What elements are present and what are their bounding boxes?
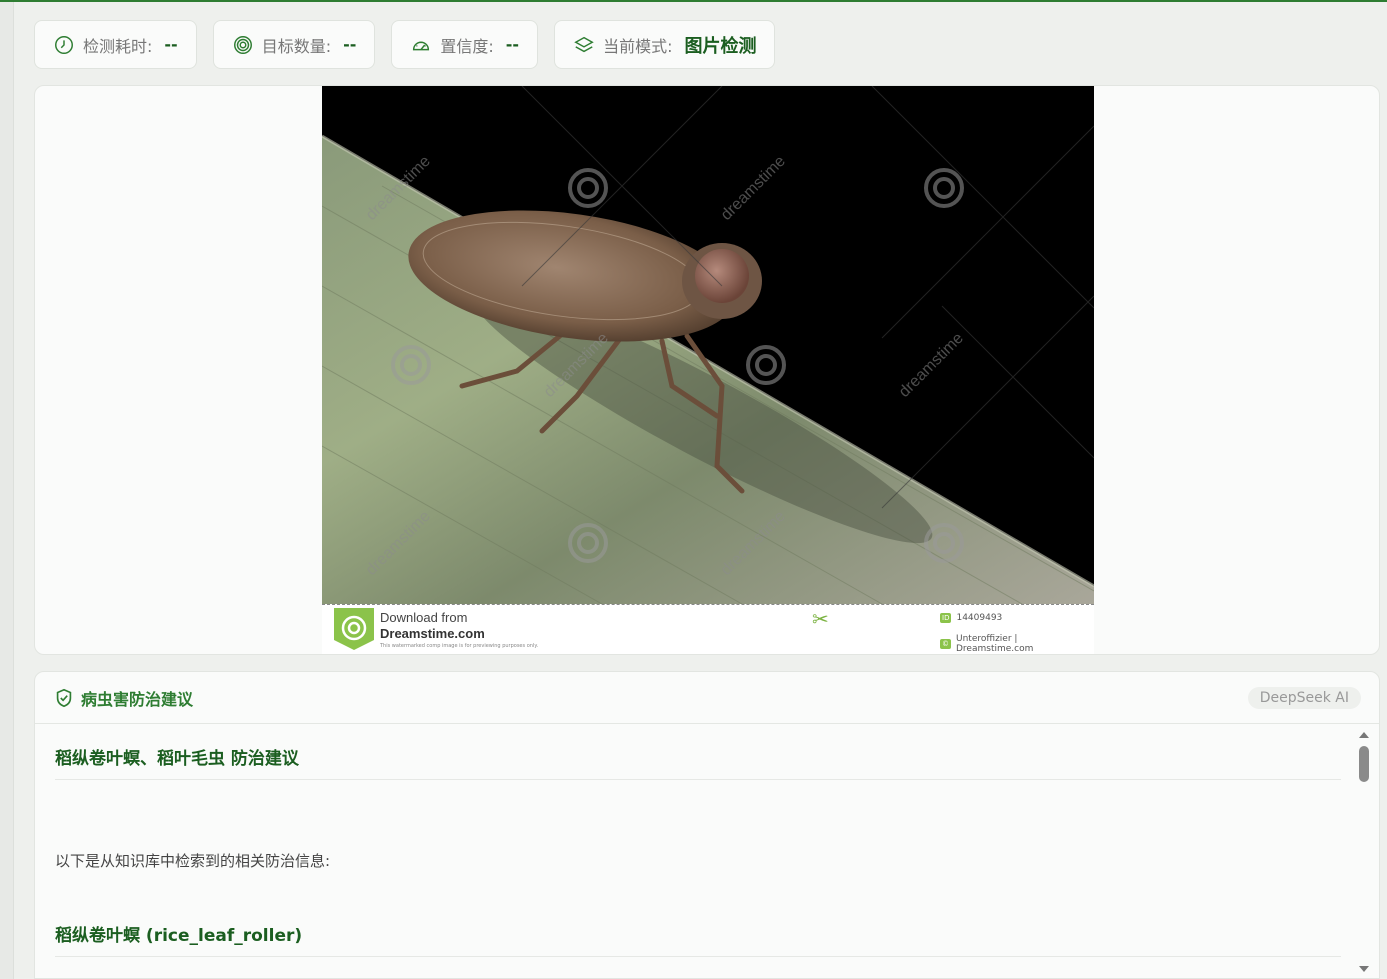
stat-target-count: 目标数量: -- — [212, 20, 376, 69]
gauge-icon — [413, 41, 430, 50]
top-accent-line — [0, 0, 1387, 2]
ai-provider-badge: DeepSeek AI — [1247, 686, 1361, 709]
stats-bar: 检测耗时: -- 目标数量: -- 置信度: -- 当前模式: 图片检测 — [34, 20, 776, 69]
credit-author-row: © Unteroffizier | Dreamstime.com — [940, 634, 1094, 654]
stat-confidence-value: -- — [505, 35, 520, 54]
credit-site: Dreamstime.com — [380, 626, 485, 641]
stat-confidence: 置信度: -- — [391, 20, 539, 69]
layers-icon — [574, 36, 594, 52]
advice-intro: 以下是从知识库中检索到的相关防治信息: — [55, 852, 331, 870]
advice-subheading: 稻纵卷叶螟 (rice_leaf_roller) — [55, 921, 1341, 957]
credit-download-from: Download from — [380, 610, 468, 625]
left-sidebar-edge — [0, 2, 14, 979]
stat-count-value: -- — [343, 35, 357, 54]
image-preview-card: dreamstime dreamstime dreamstime dreamst… — [34, 85, 1380, 655]
scroll-down-arrow[interactable] — [1359, 966, 1369, 972]
image-credit-bar: Download from Dreamstime.com This waterm… — [322, 604, 1094, 654]
clock-icon — [55, 35, 73, 54]
shield-check-icon — [56, 688, 72, 707]
advice-title: 病虫害防治建议 — [81, 689, 194, 709]
stat-count-label: 目标数量: — [261, 36, 332, 56]
credit-id-row: ID 14409493 — [940, 613, 1002, 623]
stat-current-mode: 当前模式: 图片检测 — [554, 20, 776, 69]
stat-time-value: -- — [164, 35, 178, 54]
stat-detection-time: 检测耗时: -- — [34, 20, 197, 69]
stat-confidence-label: 置信度: — [440, 36, 494, 56]
stat-mode-label: 当前模式: — [603, 36, 673, 56]
scroll-thumb[interactable] — [1359, 746, 1369, 782]
advice-card: 病虫害防治建议 DeepSeek AI 稻纵卷叶螟、稻叶毛虫 防治建议 以下是从… — [34, 671, 1380, 979]
insect-photo: dreamstime dreamstime dreamstime dreamst… — [322, 86, 1094, 604]
stat-time-label: 检测耗时: — [83, 36, 153, 56]
scroll-up-arrow[interactable] — [1359, 732, 1369, 738]
dreamstime-logo-icon — [334, 608, 374, 650]
credit-author: Unteroffizier | Dreamstime.com — [956, 634, 1034, 654]
advice-heading: 稻纵卷叶螟、稻叶毛虫 防治建议 — [55, 744, 1341, 780]
advice-scrollbar[interactable] — [1357, 730, 1371, 974]
advice-header: 病虫害防治建议 DeepSeek AI — [35, 672, 1379, 724]
insect-photo-graphic: dreamstime dreamstime dreamstime dreamst… — [322, 86, 1094, 604]
credit-id-value: 14409493 — [956, 613, 1003, 623]
scissors-icon: ✂ — [812, 607, 829, 631]
credit-disclaimer: This watermarked comp image is for previ… — [380, 643, 539, 649]
copyright-icon: © — [940, 639, 951, 649]
target-icon — [233, 35, 252, 54]
stat-mode-value: 图片检测 — [684, 35, 757, 57]
id-tag: ID — [940, 613, 952, 623]
